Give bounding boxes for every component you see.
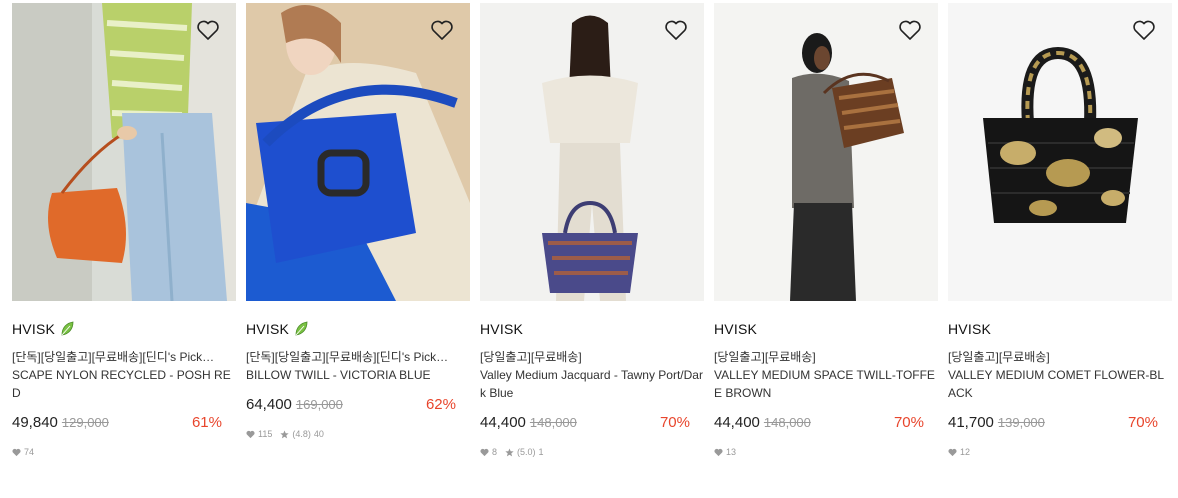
brand-name[interactable]: HVISK xyxy=(948,321,991,337)
product-card[interactable]: HVISK [당일출고][무료배송] VALLEY MEDIUM COMET F… xyxy=(948,3,1172,458)
wishlist-heart-icon[interactable] xyxy=(430,19,454,41)
brand-name[interactable]: HVISK xyxy=(12,321,55,337)
sale-price: 41,700 xyxy=(948,414,994,431)
likes-count: 115 xyxy=(258,429,273,439)
heart-icon xyxy=(948,448,957,456)
product-photo xyxy=(12,3,236,301)
original-price: 169,000 xyxy=(295,397,343,412)
leaf-icon xyxy=(295,321,308,336)
product-image[interactable] xyxy=(246,3,470,301)
review-count: 40 xyxy=(313,429,324,439)
product-image[interactable] xyxy=(714,3,938,301)
product-tags: [당일출고][무료배송] xyxy=(714,350,816,364)
heart-icon xyxy=(714,448,723,456)
sale-price: 49,840 xyxy=(12,414,58,431)
wishlist-heart-icon[interactable] xyxy=(1132,19,1156,41)
product-card[interactable]: HVISK [당일출고][무료배송] VALLEY MEDIUM SPACE T… xyxy=(714,3,938,458)
heart-icon xyxy=(246,430,255,438)
original-price: 148,000 xyxy=(763,415,811,430)
original-price: 129,000 xyxy=(61,415,109,430)
original-price: 148,000 xyxy=(529,415,577,430)
product-card[interactable]: HVISK [당일출고][무료배송] Valley Medium Jacquar… xyxy=(480,3,704,458)
product-image[interactable] xyxy=(948,3,1172,301)
product-tags: [당일출고][무료배송] xyxy=(948,350,1050,364)
product-card[interactable]: HVISK [단독][당일출고][무료배송][딘디's Pick… SCAPE … xyxy=(12,3,236,458)
product-name[interactable]: BILLOW TWILL - VICTORIA BLUE xyxy=(246,366,470,384)
product-photo xyxy=(948,3,1172,301)
product-image[interactable] xyxy=(12,3,236,301)
original-price: 139,000 xyxy=(997,415,1045,430)
discount-rate: 62% xyxy=(425,396,456,413)
brand-name[interactable]: HVISK xyxy=(714,321,757,337)
product-name[interactable]: VALLEY MEDIUM SPACE TWILL-TOFFEE BROWN xyxy=(714,366,938,402)
product-card[interactable]: HVISK [단독][당일출고][무료배송][딘디's Pick… BILLOW… xyxy=(246,3,470,440)
product-photo xyxy=(246,3,470,301)
likes-count: 12 xyxy=(960,447,971,457)
discount-rate: 70% xyxy=(659,414,690,431)
product-image[interactable] xyxy=(480,3,704,301)
product-name[interactable]: Valley Medium Jacquard - Tawny Port/Dark… xyxy=(480,366,704,402)
likes-count: 13 xyxy=(726,447,737,457)
wishlist-heart-icon[interactable] xyxy=(664,19,688,41)
brand-name[interactable]: HVISK xyxy=(480,321,523,337)
heart-icon xyxy=(480,448,489,456)
discount-rate: 70% xyxy=(1127,414,1158,431)
product-tags: [당일출고][무료배송] xyxy=(480,350,582,364)
review-count: 1 xyxy=(538,447,544,457)
product-tags: [단독][당일출고][무료배송][딘디's Pick… xyxy=(12,350,215,364)
heart-icon xyxy=(12,448,21,456)
likes-count: 74 xyxy=(24,447,35,457)
leaf-icon xyxy=(61,321,74,336)
discount-rate: 61% xyxy=(191,414,222,431)
likes-count: 8 xyxy=(492,447,498,457)
brand-name[interactable]: HVISK xyxy=(246,321,289,337)
star-icon xyxy=(505,447,514,456)
rating-score: (5.0) xyxy=(517,447,536,457)
product-grid: HVISK [단독][당일출고][무료배송][딘디's Pick… SCAPE … xyxy=(0,0,1178,498)
sale-price: 44,400 xyxy=(714,414,760,431)
product-photo xyxy=(714,3,938,301)
wishlist-heart-icon[interactable] xyxy=(898,19,922,41)
product-photo xyxy=(480,3,704,301)
product-name[interactable]: VALLEY MEDIUM COMET FLOWER-BLACK xyxy=(948,366,1172,402)
sale-price: 64,400 xyxy=(246,396,292,413)
product-tags: [단독][당일출고][무료배송][딘디's Pick… xyxy=(246,350,449,364)
discount-rate: 70% xyxy=(893,414,924,431)
wishlist-heart-icon[interactable] xyxy=(196,19,220,41)
product-name[interactable]: SCAPE NYLON RECYCLED - POSH RED xyxy=(12,366,236,402)
sale-price: 44,400 xyxy=(480,414,526,431)
rating-score: (4.8) xyxy=(292,429,311,439)
star-icon xyxy=(280,429,289,438)
